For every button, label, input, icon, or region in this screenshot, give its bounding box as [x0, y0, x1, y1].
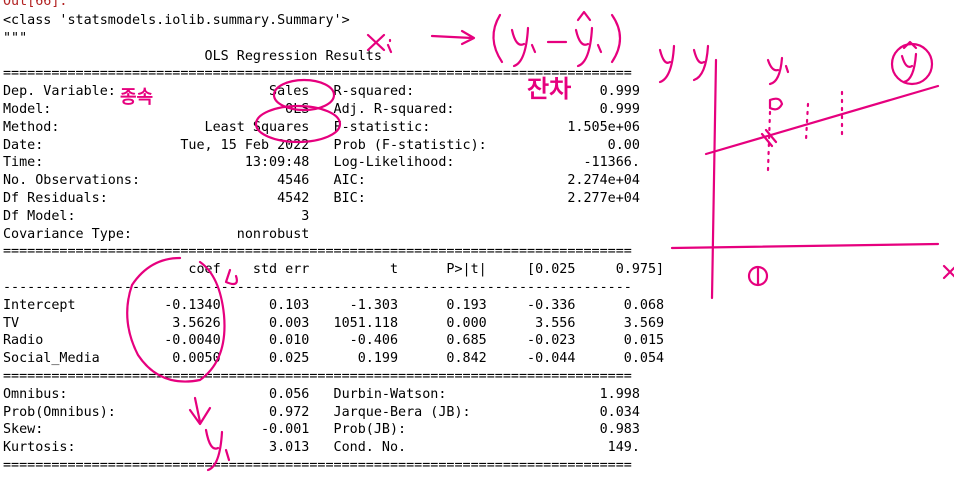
- bottom-stat-row: Kurtosis: 3.013 Cond. No. 149.: [3, 440, 640, 456]
- coef-row: TV 3.5626 0.003 1051.118 0.000 3.556 3.5…: [3, 315, 665, 331]
- class-line: <class 'statsmodels.iolib.summary.Summar…: [3, 13, 350, 28]
- graph-point-circle: [768, 97, 784, 111]
- graph-point-hash: [760, 128, 778, 148]
- annotation-y-i: [510, 26, 537, 68]
- top-stat-row: Date: Tue, 15 Feb 2022 Prob (F-statistic…: [3, 137, 640, 153]
- coef-row: Radio -0.0040 0.010 -0.406 0.685 -0.023 …: [3, 333, 665, 349]
- docstring-quotes: """: [3, 30, 28, 46]
- graph-y-hat-circle: [890, 42, 934, 86]
- top-stat-row: Df Model: 3: [3, 208, 310, 224]
- bottom-stat-row: Omnibus: 0.056 Durbin-Watson: 1.998: [3, 386, 640, 402]
- top-stat-row: Covariance Type: nonrobust: [3, 226, 310, 242]
- annotation-arrow: [430, 29, 476, 46]
- graph-y-i-label: [766, 56, 790, 86]
- summary-title: OLS Regression Results: [3, 48, 382, 64]
- annotation-y-hat-i: [574, 26, 603, 68]
- top-stat-row: No. Observations: 4546 AIC: 2.274e+04: [3, 173, 640, 189]
- coef-row: Social_Media 0.0050 0.025 0.199 0.842 -0…: [3, 351, 665, 367]
- coef-header-row: coef std err t P>|t| [0.025 0.975]: [3, 262, 665, 278]
- separator-line: ========================================…: [3, 369, 632, 384]
- top-stat-row: Time: 13:09:48 Log-Likelihood: -11366.: [3, 155, 640, 171]
- bottom-stat-row: Prob(Omnibus): 0.972 Jarque-Bera (JB): 0…: [3, 404, 640, 420]
- graph-origin-one: [747, 265, 769, 287]
- scrollbar[interactable]: [944, 10, 952, 480]
- top-stat-row: Dep. Variable: Sales R-squared: 0.999: [3, 84, 640, 100]
- graph-residual-dotted: [766, 90, 844, 172]
- top-stat-row: Model: OLS Adj. R-squared: 0.999: [3, 102, 640, 117]
- annotation-y-top: [658, 44, 676, 84]
- separator-line: ----------------------------------------…: [3, 280, 632, 295]
- separator-line: ========================================…: [3, 66, 632, 82]
- bottom-stat-row: Skew: -0.001 Prob(JB): 0.983: [3, 422, 640, 438]
- graph-x-axis: [670, 242, 940, 250]
- top-stat-row: Df Residuals: 4542 BIC: 2.277e+04: [3, 191, 640, 206]
- separator-line: ========================================…: [3, 458, 632, 473]
- output-prompt-label: Out[66]:: [3, 0, 68, 9]
- graph-y-axis: [710, 58, 718, 300]
- annotation-close-paren: [610, 13, 622, 64]
- annotation-hat: [576, 10, 592, 22]
- annotation-open-paren: [492, 13, 504, 64]
- graph-y-label: [692, 44, 710, 82]
- graph-y-hat-label: [900, 40, 918, 84]
- graph-regression-line: [704, 84, 940, 156]
- top-stat-row: Method: Least Squares F-statistic: 1.505…: [3, 119, 640, 135]
- coef-row: Intercept -0.1340 0.103 -1.303 0.193 -0.…: [3, 297, 665, 313]
- separator-line: ========================================…: [3, 244, 632, 260]
